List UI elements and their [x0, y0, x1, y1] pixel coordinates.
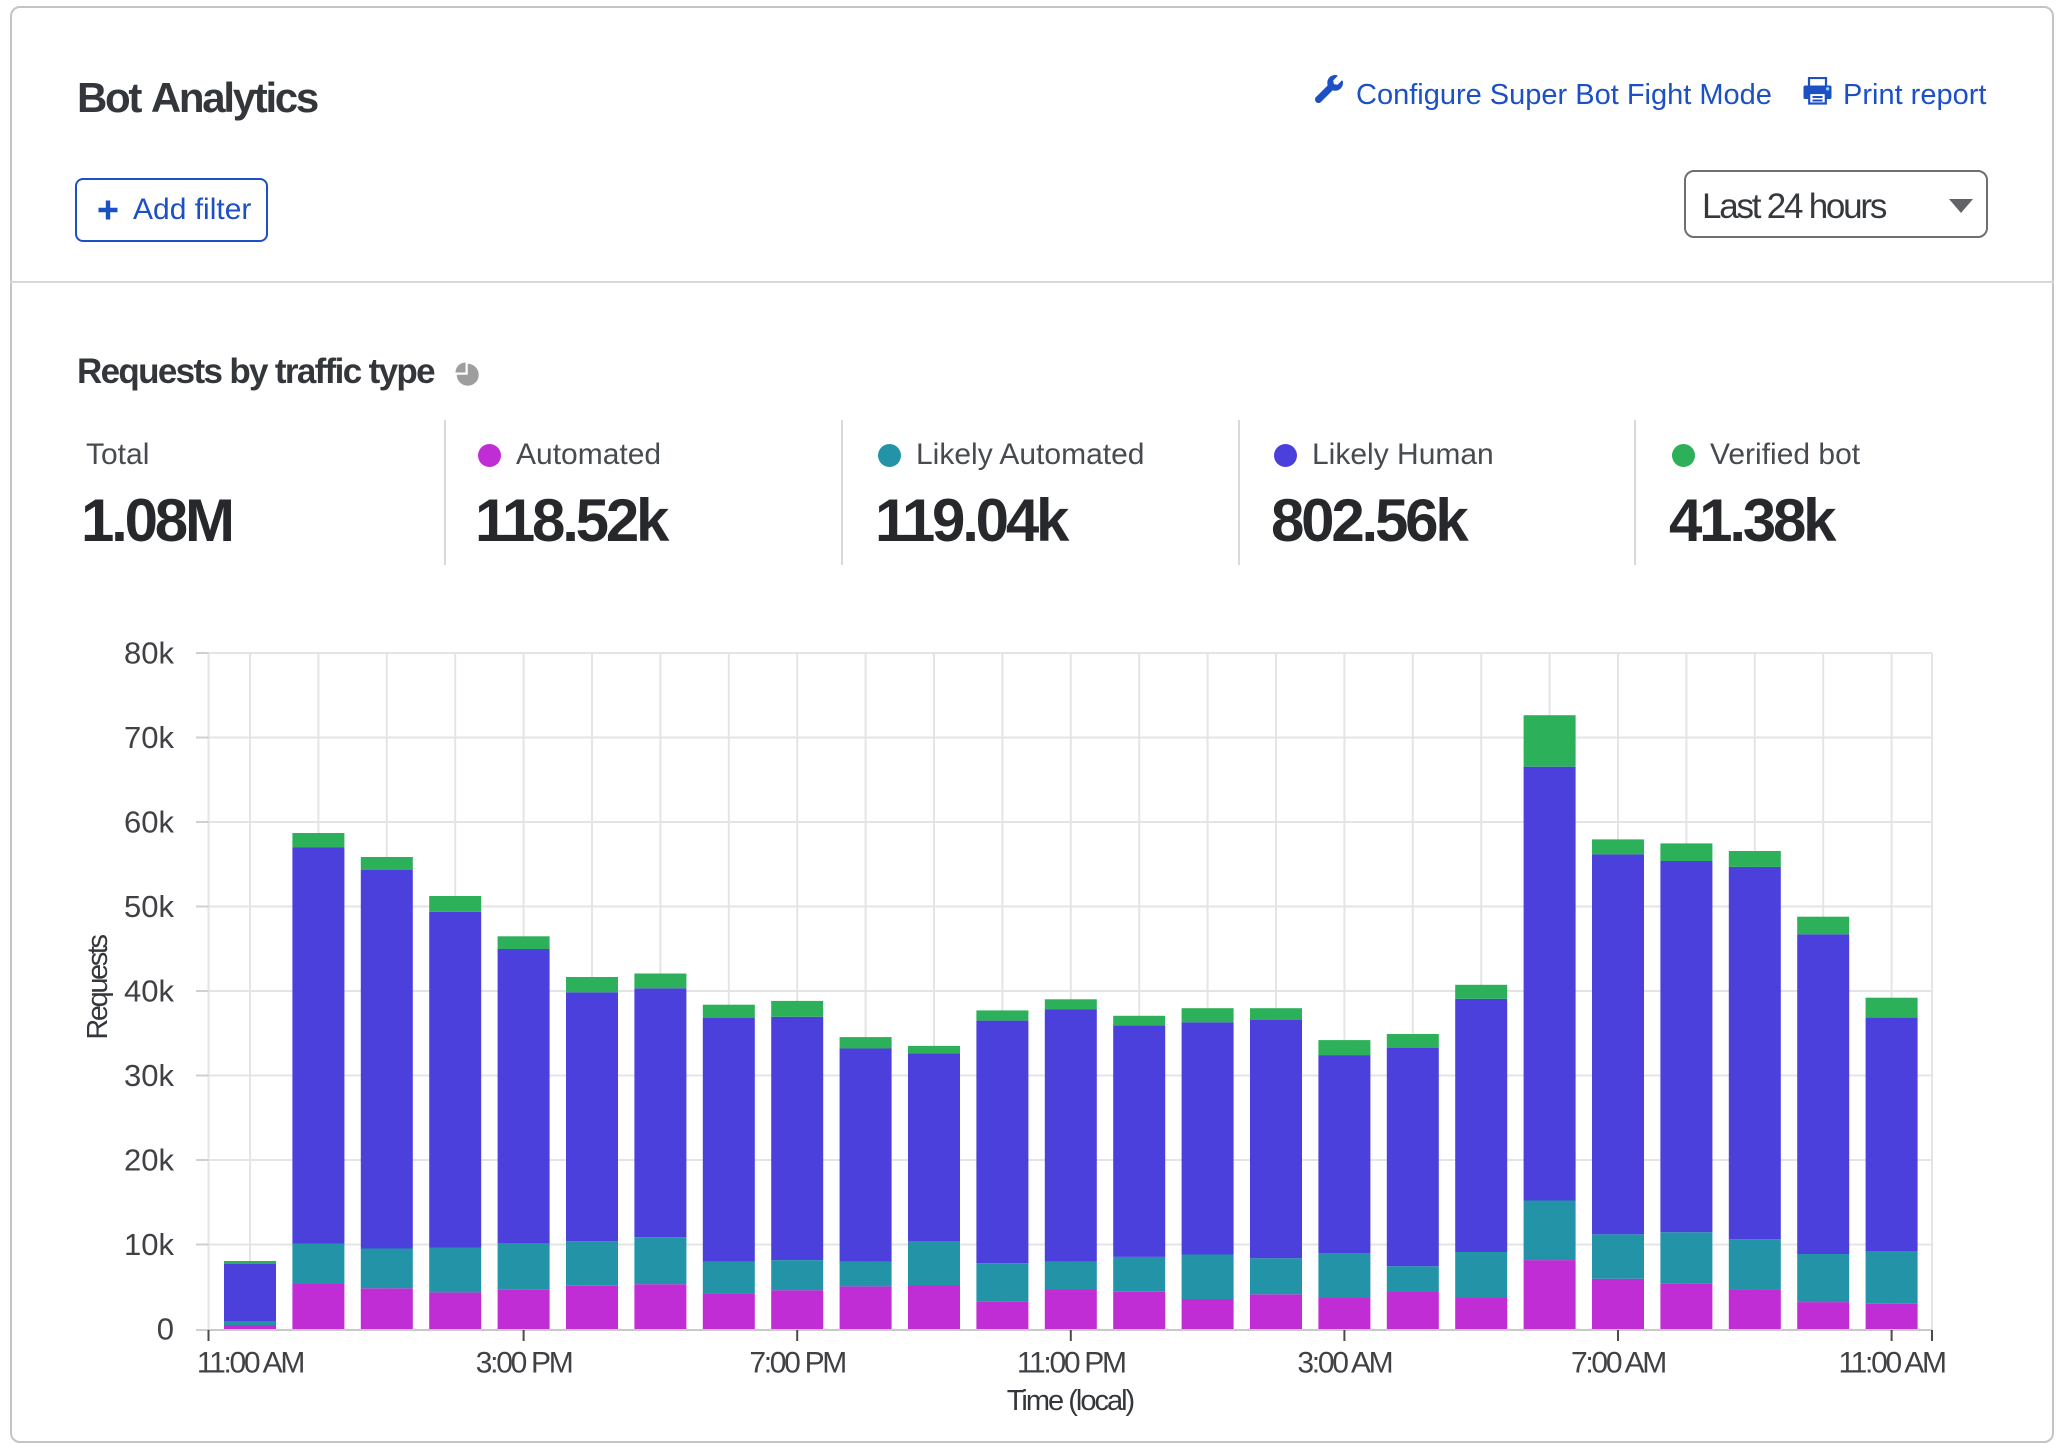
- svg-text:0: 0: [157, 1312, 174, 1347]
- svg-text:40k: 40k: [124, 974, 174, 1009]
- svg-text:Requests: Requests: [82, 934, 114, 1039]
- svg-text:50k: 50k: [124, 889, 174, 924]
- svg-text:70k: 70k: [124, 720, 174, 755]
- svg-text:80k: 80k: [124, 636, 174, 671]
- svg-text:11:00 AM: 11:00 AM: [1839, 1347, 1945, 1380]
- svg-text:10k: 10k: [124, 1227, 174, 1262]
- svg-text:3:00 PM: 3:00 PM: [476, 1347, 572, 1380]
- svg-text:7:00 AM: 7:00 AM: [1571, 1347, 1665, 1380]
- svg-text:60k: 60k: [124, 805, 174, 840]
- svg-text:30k: 30k: [124, 1058, 174, 1093]
- svg-text:20k: 20k: [124, 1143, 174, 1178]
- svg-text:11:00 AM: 11:00 AM: [197, 1347, 303, 1380]
- svg-text:7:00 PM: 7:00 PM: [749, 1347, 845, 1380]
- svg-text:3:00 AM: 3:00 AM: [1297, 1347, 1391, 1380]
- svg-text:11:00 PM: 11:00 PM: [1017, 1347, 1125, 1380]
- svg-text:Time (local): Time (local): [1007, 1385, 1134, 1417]
